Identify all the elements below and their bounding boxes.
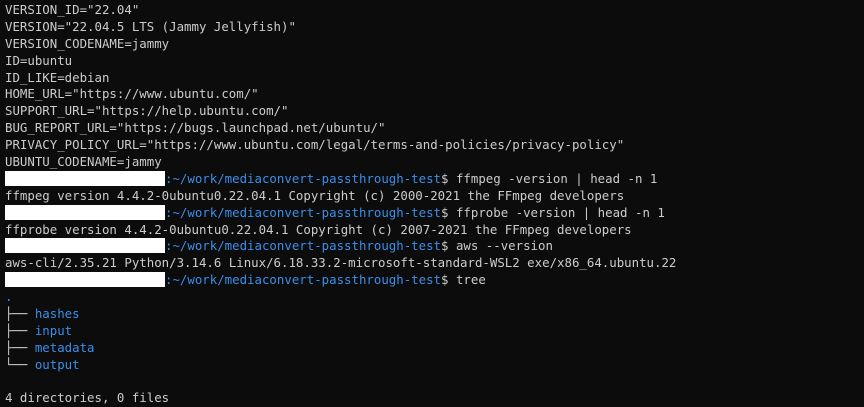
command-text: ffmpeg -version | head -n 1: [448, 170, 658, 186]
prompt-line: :~/work/mediaconvert-passthrough-test$ a…: [5, 238, 864, 255]
redacted-user-host: [5, 170, 165, 186]
tree-dir-metadata: metadata: [34, 339, 95, 355]
os-release-line: VERSION_ID="22.04": [5, 2, 140, 17]
tree-dir-output: output: [34, 356, 80, 372]
os-release-line: BUG_REPORT_URL="https://bugs.launchpad.n…: [5, 120, 386, 136]
redacted-user-host: [5, 272, 165, 288]
command-text: aws --version: [448, 238, 553, 254]
tree-entry: ├── input: [5, 323, 864, 340]
prompt-line: :~/work/mediaconvert-passthrough-test$ t…: [5, 272, 864, 289]
redacted-user-host: [5, 204, 165, 220]
prompt-path: :~/work/mediaconvert-passthrough-test: [165, 238, 442, 254]
command-output: ffmpeg version 4.4.2-0ubuntu0.22.04.1 Co…: [5, 187, 625, 203]
prompt-path: :~/work/mediaconvert-passthrough-test: [165, 272, 442, 288]
os-release-line: UBUNTU_CODENAME=jammy: [5, 154, 162, 170]
tree-entry: └── output: [5, 357, 864, 374]
command-text: ffprobe -version | head -n 1: [448, 204, 665, 220]
tree-summary: 4 directories, 0 files: [5, 390, 170, 406]
os-release-line: HOME_URL="https://www.ubuntu.com/": [5, 86, 259, 102]
tree-branch-glyph: └──: [5, 356, 35, 372]
os-release-line: SUPPORT_URL="https://help.ubuntu.com/": [5, 103, 289, 119]
tree-dir-hashes: hashes: [34, 306, 80, 322]
redacted-user-host: [5, 238, 165, 254]
os-release-line: VERSION="22.04.5 LTS (Jammy Jellyfish)": [5, 18, 296, 34]
prompt-line: :~/work/mediaconvert-passthrough-test$ f…: [5, 170, 864, 188]
prompt-line: :~/work/mediaconvert-passthrough-test$ f…: [5, 204, 864, 222]
prompt-path: :~/work/mediaconvert-passthrough-test: [165, 170, 442, 186]
tree-entry: ├── metadata: [5, 340, 864, 357]
os-release-line: VERSION_CODENAME=jammy: [5, 35, 170, 51]
tree-entry: ├── hashes: [5, 306, 864, 323]
command-text: tree: [448, 272, 486, 288]
os-release-line: PRIVACY_POLICY_URL="https://www.ubuntu.c…: [5, 137, 625, 153]
os-release-line: ID_LIKE=debian: [5, 69, 110, 85]
tree-branch-glyph: ├──: [5, 306, 35, 322]
tree-dir-input: input: [34, 322, 73, 338]
tree-root: .: [5, 289, 13, 305]
prompt-path: :~/work/mediaconvert-passthrough-test: [165, 204, 442, 220]
terminal-window[interactable]: VERSION_ID="22.04" VERSION="22.04.5 LTS …: [0, 0, 864, 407]
tree-branch-glyph: ├──: [5, 322, 35, 338]
tree-branch-glyph: ├──: [5, 339, 35, 355]
command-output: ffprobe version 4.4.2-0ubuntu0.22.04.1 C…: [5, 221, 632, 237]
os-release-line: ID=ubuntu: [5, 52, 73, 68]
command-output: aws-cli/2.35.21 Python/3.14.6 Linux/6.18…: [5, 255, 677, 271]
